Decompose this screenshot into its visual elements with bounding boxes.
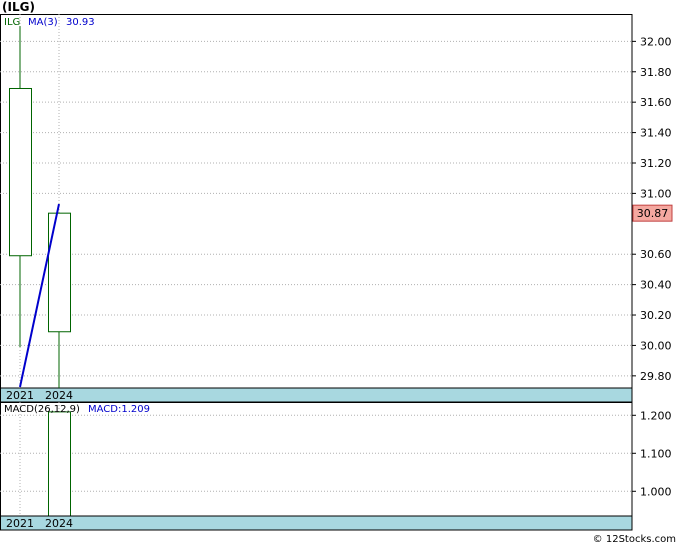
macd-date-band <box>0 515 633 531</box>
price-panel: 32.00 31.80 31.60 31.40 31.20 31.00 30.60 30.40… <box>0 14 673 403</box>
price-tick-label: 31.80 <box>640 66 672 79</box>
price-tick-label: 29.80 <box>640 370 672 383</box>
price-tick-label: 30.60 <box>640 248 672 261</box>
price-tick-label: 31.20 <box>640 157 672 170</box>
price-tick-label: 31.40 <box>640 127 672 140</box>
copyright-footer: © 12Stocks.com <box>592 534 676 545</box>
macd-legend-value: MACD:1.209 <box>88 404 150 415</box>
macd-legend-label: MACD(26,12,9) <box>4 404 80 415</box>
candle-body <box>48 212 71 333</box>
price-tick-label: 31.00 <box>640 187 672 200</box>
price-x-label: 2021 <box>6 389 34 402</box>
price-date-band <box>0 387 633 403</box>
macd-tick-label: 1.200 <box>640 409 672 422</box>
macd-frame <box>0 402 633 517</box>
price-tick-label: 30.20 <box>640 309 672 322</box>
legend-ma-value: 30.93 <box>66 17 95 28</box>
price-tick-label: 32.00 <box>640 35 672 48</box>
macd-panel: 1.200 1.100 1.000 2021 2024 MACD(26,12,9) MACD… <box>0 402 672 531</box>
price-tick-label: 30.40 <box>640 279 672 292</box>
macd-tick-label: 1.000 <box>640 485 672 498</box>
macd-x-label: 2021 <box>6 517 34 530</box>
macd-x-label: 2024 <box>45 517 73 530</box>
macd-tick-label: 1.100 <box>640 447 672 460</box>
price-tick-label: 31.60 <box>640 96 672 109</box>
stock-chart: 32.00 31.80 31.60 31.40 31.20 31.00 30.60 30.40… <box>0 14 673 531</box>
price-tick-label: 30.00 <box>640 339 672 352</box>
macd-bar <box>48 411 71 517</box>
price-frame <box>0 14 633 389</box>
last-price-label: 30.87 <box>637 207 669 220</box>
price-x-label: 2024 <box>45 389 73 402</box>
candle-body <box>9 87 32 257</box>
legend-ma-label: MA(3) <box>28 17 58 28</box>
legend-symbol: ILG <box>4 17 20 28</box>
